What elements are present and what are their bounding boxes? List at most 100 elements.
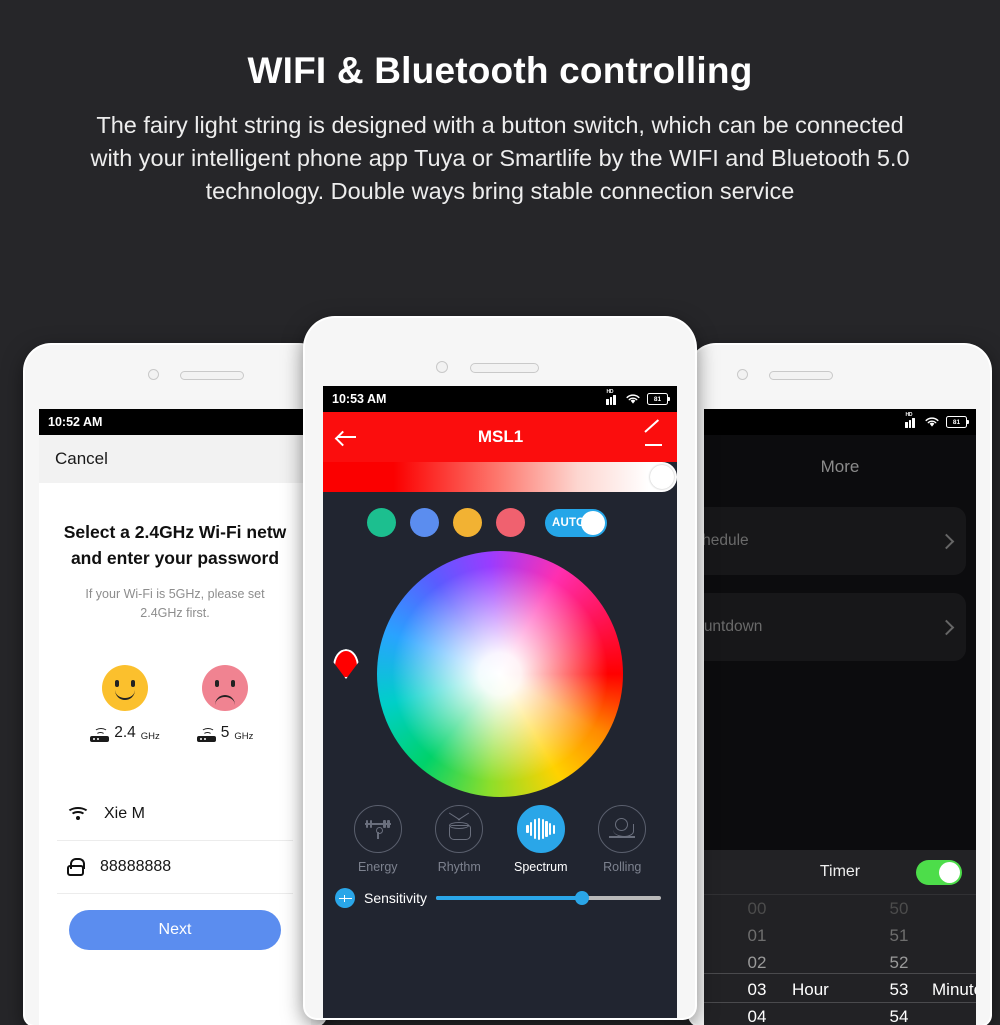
list-item[interactable]: Schedule <box>704 507 966 575</box>
edit-pencil-icon[interactable] <box>644 418 663 446</box>
minute-option[interactable]: 50 <box>864 895 934 922</box>
signal-icon: HD <box>606 389 619 405</box>
hour-wheel[interactable]: 00 01 02 03 04 <box>722 895 792 1025</box>
list-item-label: Countdown <box>704 618 763 635</box>
color-swatch-pink[interactable] <box>496 508 525 537</box>
color-swatch-row: AUTO <box>323 492 677 537</box>
hour-option[interactable]: 00 <box>722 895 792 922</box>
frequency-comparison: 2.4 GHz 5 GHz <box>57 665 293 742</box>
toggle-knob <box>939 861 960 883</box>
right-phone-mockup: HD 81 More Schedule Countdown <box>690 345 990 1025</box>
page-title: WIFI & Bluetooth controlling <box>247 50 753 91</box>
sensitivity-slider-thumb[interactable] <box>575 891 590 905</box>
list-item-label: Schedule <box>704 532 749 549</box>
minute-unit-label: Minute <box>932 980 976 999</box>
drum-icon <box>435 805 484 853</box>
subtitle-line-3: technology. Double ways bring stable con… <box>205 178 795 204</box>
center-phone-mockup: 10:53 AM HD 81 MSL1 AUTO Energy Rhythm S… <box>305 318 695 1018</box>
left-phone-screen: 10:52 AM Cancel Select a 2.4GHz Wi-Fi ne… <box>39 409 311 1025</box>
mode-spectrum[interactable]: Spectrum <box>506 805 576 874</box>
minute-option[interactable]: 52 <box>864 949 934 976</box>
sensitivity-slider-fill <box>436 896 583 900</box>
speaker-grille-icon <box>769 371 833 380</box>
right-phone-screen: HD 81 More Schedule Countdown <box>704 409 976 1025</box>
frequency-option-5: 5 GHz <box>175 665 275 742</box>
mode-label: Rhythm <box>437 860 481 874</box>
next-button[interactable]: Next <box>69 910 281 950</box>
frequency-option-24: 2.4 GHz <box>75 665 175 742</box>
hour-unit-column: . . . Hour <box>792 895 872 1003</box>
color-wheel-marker[interactable] <box>333 649 359 679</box>
auto-toggle[interactable]: AUTO <box>545 508 607 537</box>
ssid-value: Xie M <box>104 805 145 822</box>
wifi-icon <box>65 806 90 822</box>
color-swatch-teal[interactable] <box>367 508 396 537</box>
chevron-right-icon <box>938 533 955 549</box>
color-swatch-blue[interactable] <box>410 508 439 537</box>
wifi-heading: Select a 2.4GHz Wi-Fi netw and enter you… <box>57 519 293 571</box>
router-icon <box>90 728 110 742</box>
wifi-hint: If your Wi-Fi is 5GHz, please set 2.4GHz… <box>57 585 293 623</box>
frequency-5-value: 5 <box>220 724 230 741</box>
password-field[interactable]: 88888888 <box>57 841 293 894</box>
frequency-24-label: 2.4 GHz <box>75 724 175 742</box>
wifi-hint-line-2: 2.4GHz first. <box>140 606 210 620</box>
wifi-heading-line-1: Select a 2.4GHz Wi-Fi netw <box>63 522 287 542</box>
timer-toggle[interactable] <box>916 859 962 885</box>
cancel-button[interactable]: Cancel <box>55 449 108 469</box>
page-subtitle: The fairy light string is designed with … <box>50 92 950 208</box>
color-swatch-amber[interactable] <box>453 508 482 537</box>
timer-wheels[interactable]: 00 01 02 03 04 . . . Hour 50 51 <box>704 895 976 1025</box>
sensitivity-row[interactable]: Sensitivity <box>323 874 677 908</box>
ssid-field[interactable]: Xie M <box>57 788 293 841</box>
frequency-5-unit: GHz <box>234 731 254 742</box>
frequency-5-label: 5 GHz <box>175 724 275 742</box>
hour-option[interactable]: 01 <box>722 922 792 949</box>
sensitivity-icon <box>335 888 355 908</box>
wifi-heading-line-2: and enter your password <box>70 548 280 568</box>
header: WIFI & Bluetooth controlling The fairy l… <box>0 0 1000 208</box>
router-icon <box>196 728 216 742</box>
left-phone-mockup: 10:52 AM Cancel Select a 2.4GHz Wi-Fi ne… <box>25 345 325 1025</box>
minute-unit-column: . . . Minute <box>932 895 976 1003</box>
left-nav-bar: Cancel <box>39 435 311 483</box>
timer-panel: Timer 00 01 02 03 04 . . . <box>704 850 976 1025</box>
brightness-slider-thumb[interactable] <box>650 465 674 489</box>
battery-icon: 81 <box>647 393 670 405</box>
status-time: 10:52 AM <box>48 415 103 429</box>
hour-option-selected[interactable]: 03 <box>722 976 792 1003</box>
sensitivity-label: Sensitivity <box>364 890 428 906</box>
right-phone-bezel: HD 81 More Schedule Countdown <box>690 345 990 1025</box>
minute-option-selected[interactable]: 53 <box>864 976 934 1003</box>
status-icons: HD 81 <box>606 389 670 405</box>
hour-option[interactable]: 04 <box>722 1003 792 1025</box>
sensitivity-slider[interactable] <box>436 891 661 905</box>
left-phone-bezel: 10:52 AM Cancel Select a 2.4GHz Wi-Fi ne… <box>25 345 325 1025</box>
toggle-knob <box>581 510 605 535</box>
hour-unit-label: Hour <box>792 980 829 999</box>
center-phone-screen: 10:53 AM HD 81 MSL1 AUTO Energy Rhythm S… <box>323 386 677 1018</box>
rolling-icon <box>598 805 647 853</box>
brightness-slider[interactable] <box>323 462 677 492</box>
mode-rhythm[interactable]: Rhythm <box>424 805 494 874</box>
list-item[interactable]: Countdown <box>704 593 966 661</box>
app-bar: MSL1 <box>323 412 677 462</box>
spectrum-icon <box>516 805 565 853</box>
network-type-label: HD <box>606 389 614 395</box>
frequency-24-unit: GHz <box>140 731 160 742</box>
minute-option[interactable]: 54 <box>864 1003 934 1025</box>
back-arrow-icon[interactable] <box>337 430 357 444</box>
color-wheel[interactable] <box>377 551 623 797</box>
mode-rolling[interactable]: Rolling <box>587 805 657 874</box>
hour-option[interactable]: 02 <box>722 949 792 976</box>
speaker-grille-icon <box>180 371 244 380</box>
mode-energy[interactable]: Energy <box>343 805 413 874</box>
color-wheel-area[interactable] <box>323 537 677 799</box>
center-status-bar: 10:53 AM HD 81 <box>323 386 677 412</box>
minute-wheel[interactable]: 50 51 52 53 54 <box>864 895 934 1025</box>
left-status-bar: 10:52 AM <box>39 409 311 435</box>
wifi-icon <box>626 394 640 404</box>
lock-icon <box>67 858 85 876</box>
minute-option[interactable]: 51 <box>864 922 934 949</box>
mode-label: Energy <box>357 860 398 874</box>
